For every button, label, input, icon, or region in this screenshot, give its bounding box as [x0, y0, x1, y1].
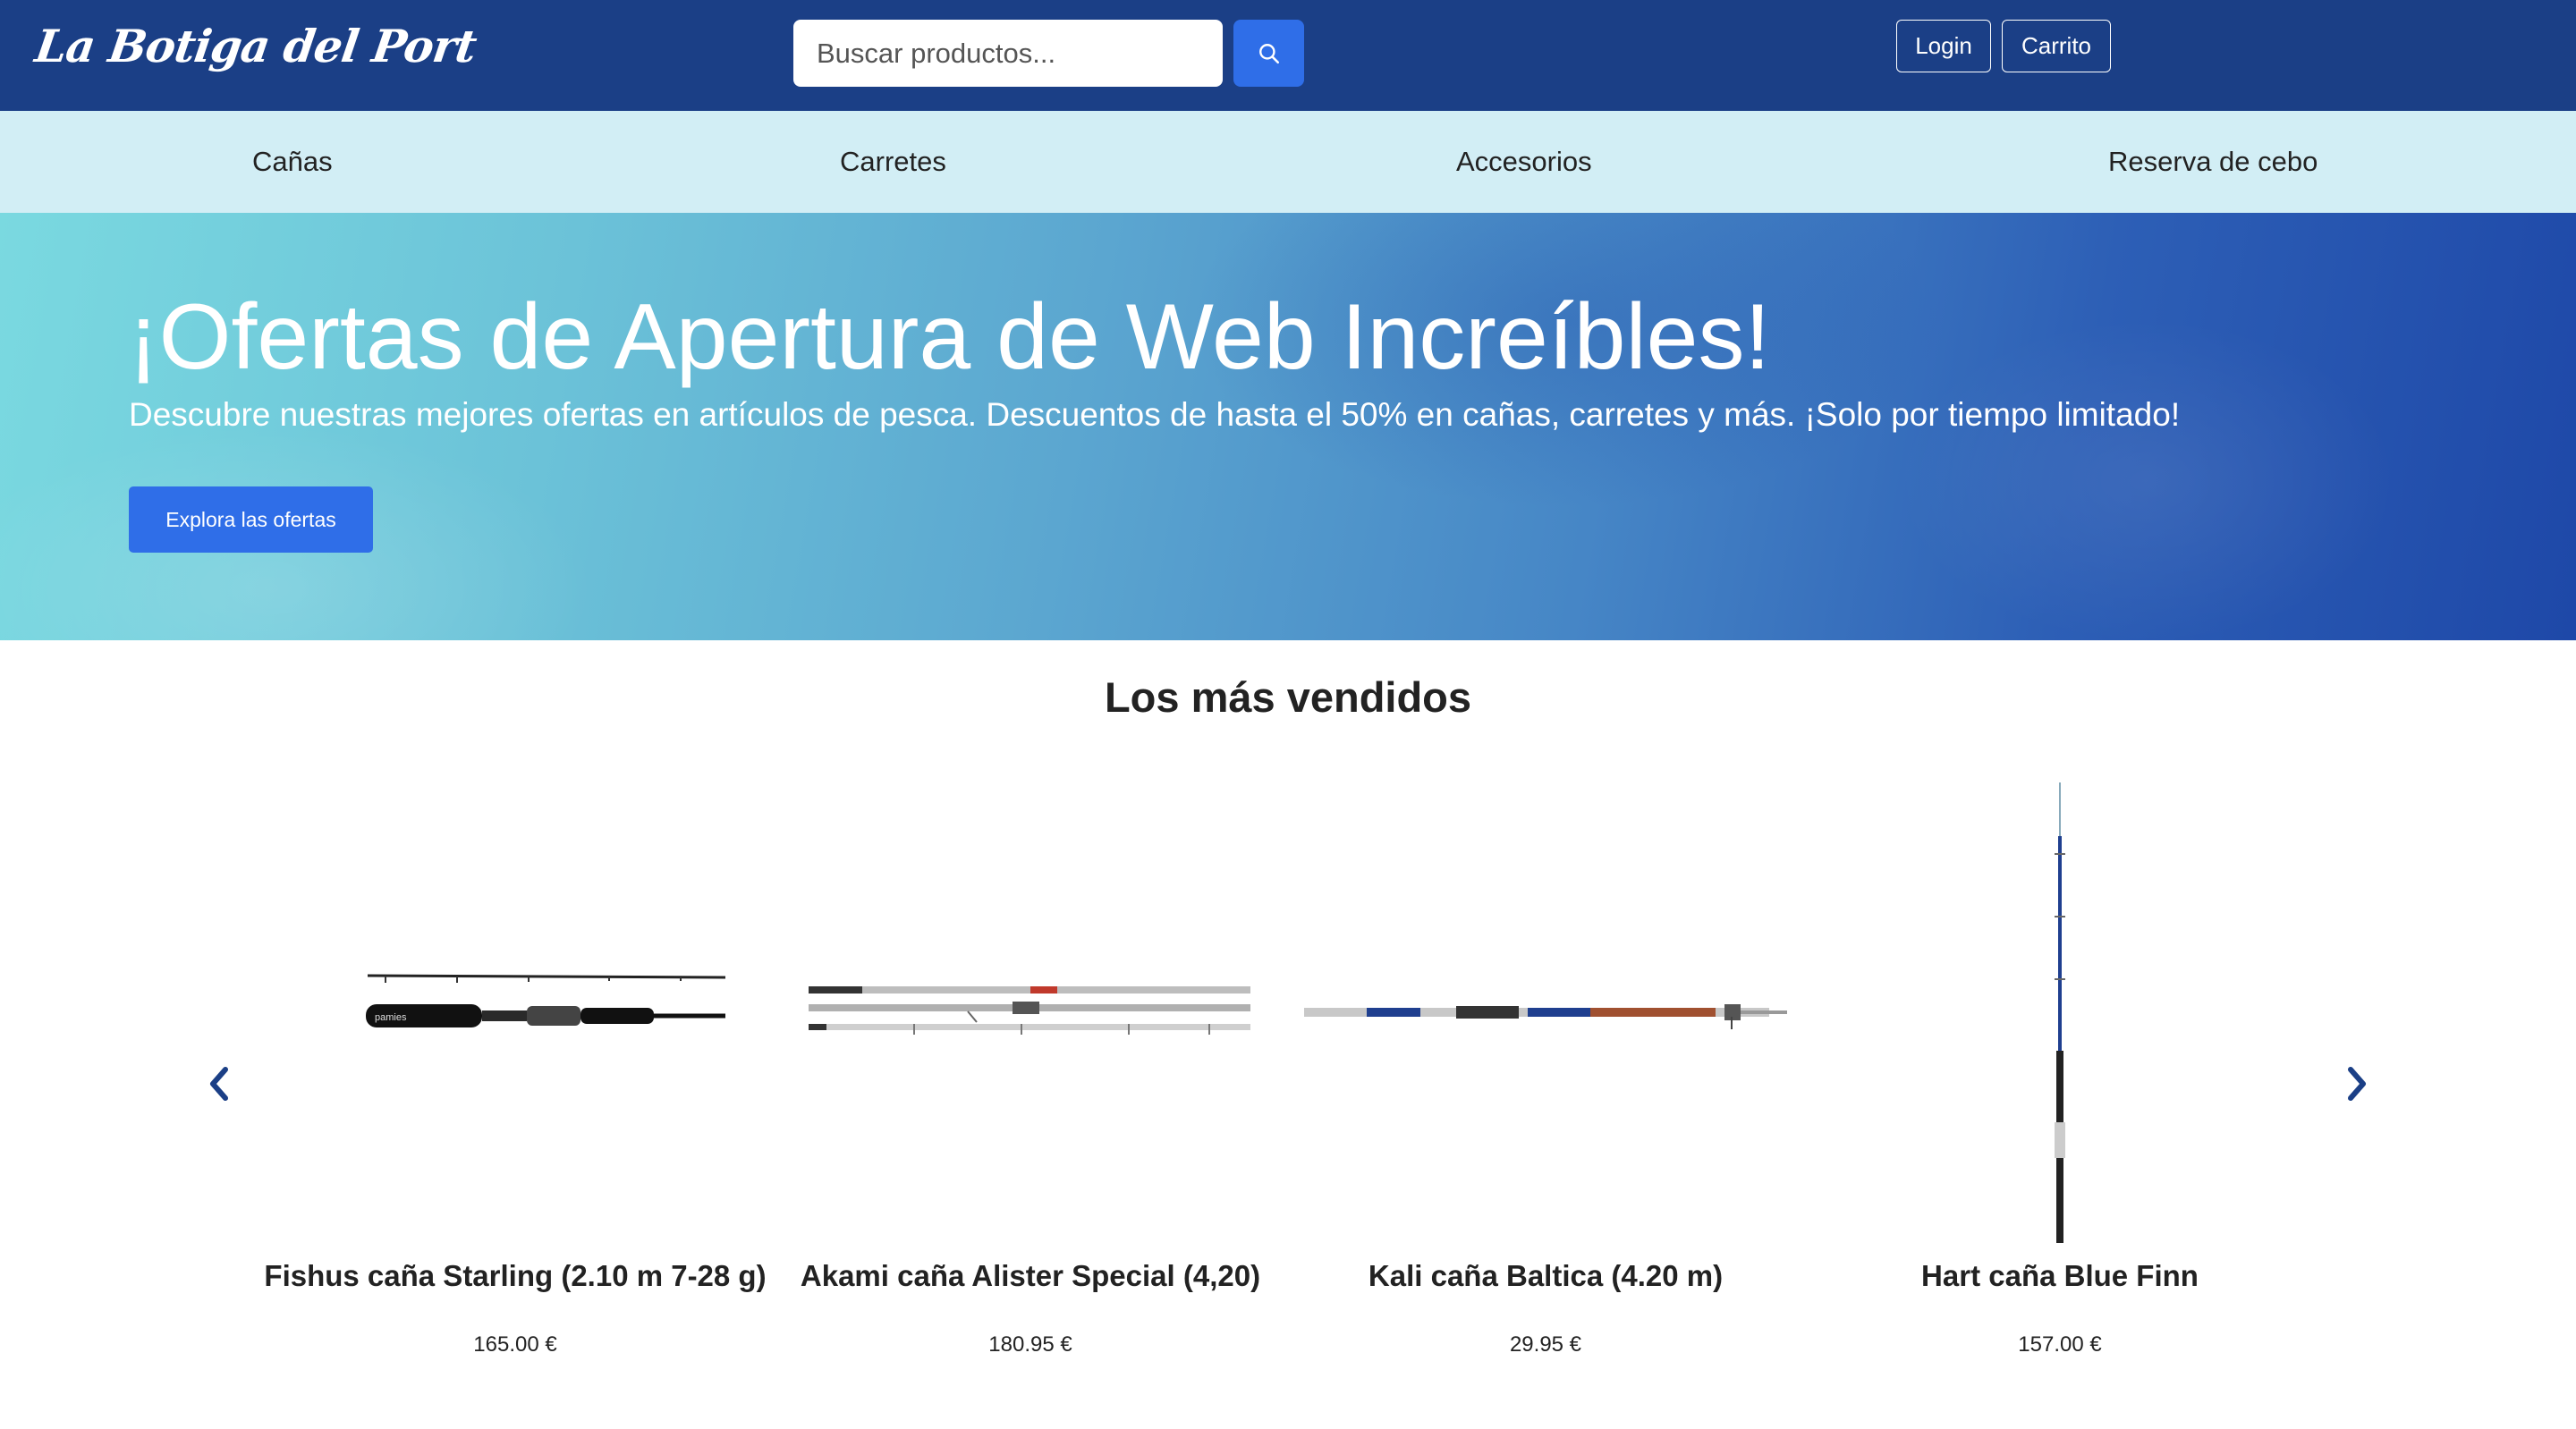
search-icon: [1258, 43, 1279, 63]
fishing-rod-black-icon: pamies: [366, 974, 725, 1027]
product-image[interactable]: [1805, 778, 2315, 1252]
product-price: 29.95 €: [1509, 1332, 1582, 1357]
cart-button[interactable]: Carrito: [2002, 20, 2111, 72]
site-logo[interactable]: La Botiga del Port: [32, 20, 479, 72]
explore-offers-button[interactable]: Explora las ofertas: [129, 486, 373, 553]
fishing-rod-vertical-icon: [2055, 782, 2065, 1243]
fishing-rod-telescopic-icon: [1304, 1004, 1787, 1029]
product-price: 165.00 €: [473, 1332, 557, 1357]
product-card[interactable]: pamies Fishus caña Starling (2.10 m 7-28…: [260, 778, 770, 1368]
product-name[interactable]: Kali caña Baltica (4.20 m): [1291, 1259, 1801, 1293]
carousel-prev-button[interactable]: [197, 1059, 242, 1109]
chevron-right-icon: [2348, 1067, 2366, 1101]
product-name[interactable]: Fishus caña Starling (2.10 m 7-28 g): [260, 1259, 770, 1293]
top-header: La Botiga del Port Login Carrito: [0, 0, 2576, 111]
product-image[interactable]: [1291, 778, 1801, 1252]
product-image[interactable]: [775, 778, 1285, 1252]
hero-title: ¡Ofertas de Apertura de Web Increíbles!: [128, 285, 1771, 389]
search-input[interactable]: [793, 20, 1223, 87]
bestsellers-title: Los más vendidos: [1104, 673, 1472, 721]
nav-item-accesorios[interactable]: Accesorios: [1456, 111, 1592, 213]
hero-banner: ¡Ofertas de Apertura de Web Increíbles! …: [0, 213, 2576, 640]
product-name[interactable]: Hart caña Blue Finn: [1805, 1259, 2315, 1293]
nav-item-reserva-de-cebo[interactable]: Reserva de cebo: [2108, 111, 2318, 213]
carousel-next-button[interactable]: [2334, 1059, 2379, 1109]
search-button[interactable]: [1233, 20, 1304, 87]
fishing-rod-sections-icon: [809, 986, 1250, 1035]
product-price: 157.00 €: [2018, 1332, 2102, 1357]
search-box[interactable]: [793, 20, 1223, 87]
product-price: 180.95 €: [988, 1332, 1072, 1357]
product-card[interactable]: Akami caña Alister Special (4,20) 180.95…: [775, 778, 1285, 1368]
product-card[interactable]: Kali caña Baltica (4.20 m) 29.95 €: [1291, 778, 1801, 1368]
chevron-left-icon: [210, 1067, 228, 1101]
product-name[interactable]: Akami caña Alister Special (4,20): [775, 1259, 1285, 1293]
product-card[interactable]: Hart caña Blue Finn 157.00 €: [1805, 778, 2315, 1368]
hero-subtitle: Descubre nuestras mejores ofertas en art…: [129, 396, 2181, 433]
nav-item-canas[interactable]: Cañas: [252, 111, 333, 213]
svg-text:pamies: pamies: [375, 1012, 407, 1023]
login-button[interactable]: Login: [1896, 20, 1991, 72]
nav-item-carretes[interactable]: Carretes: [840, 111, 946, 213]
category-nav: Cañas Carretes Accesorios Reserva de ceb…: [0, 111, 2576, 213]
product-image[interactable]: pamies: [260, 778, 770, 1252]
